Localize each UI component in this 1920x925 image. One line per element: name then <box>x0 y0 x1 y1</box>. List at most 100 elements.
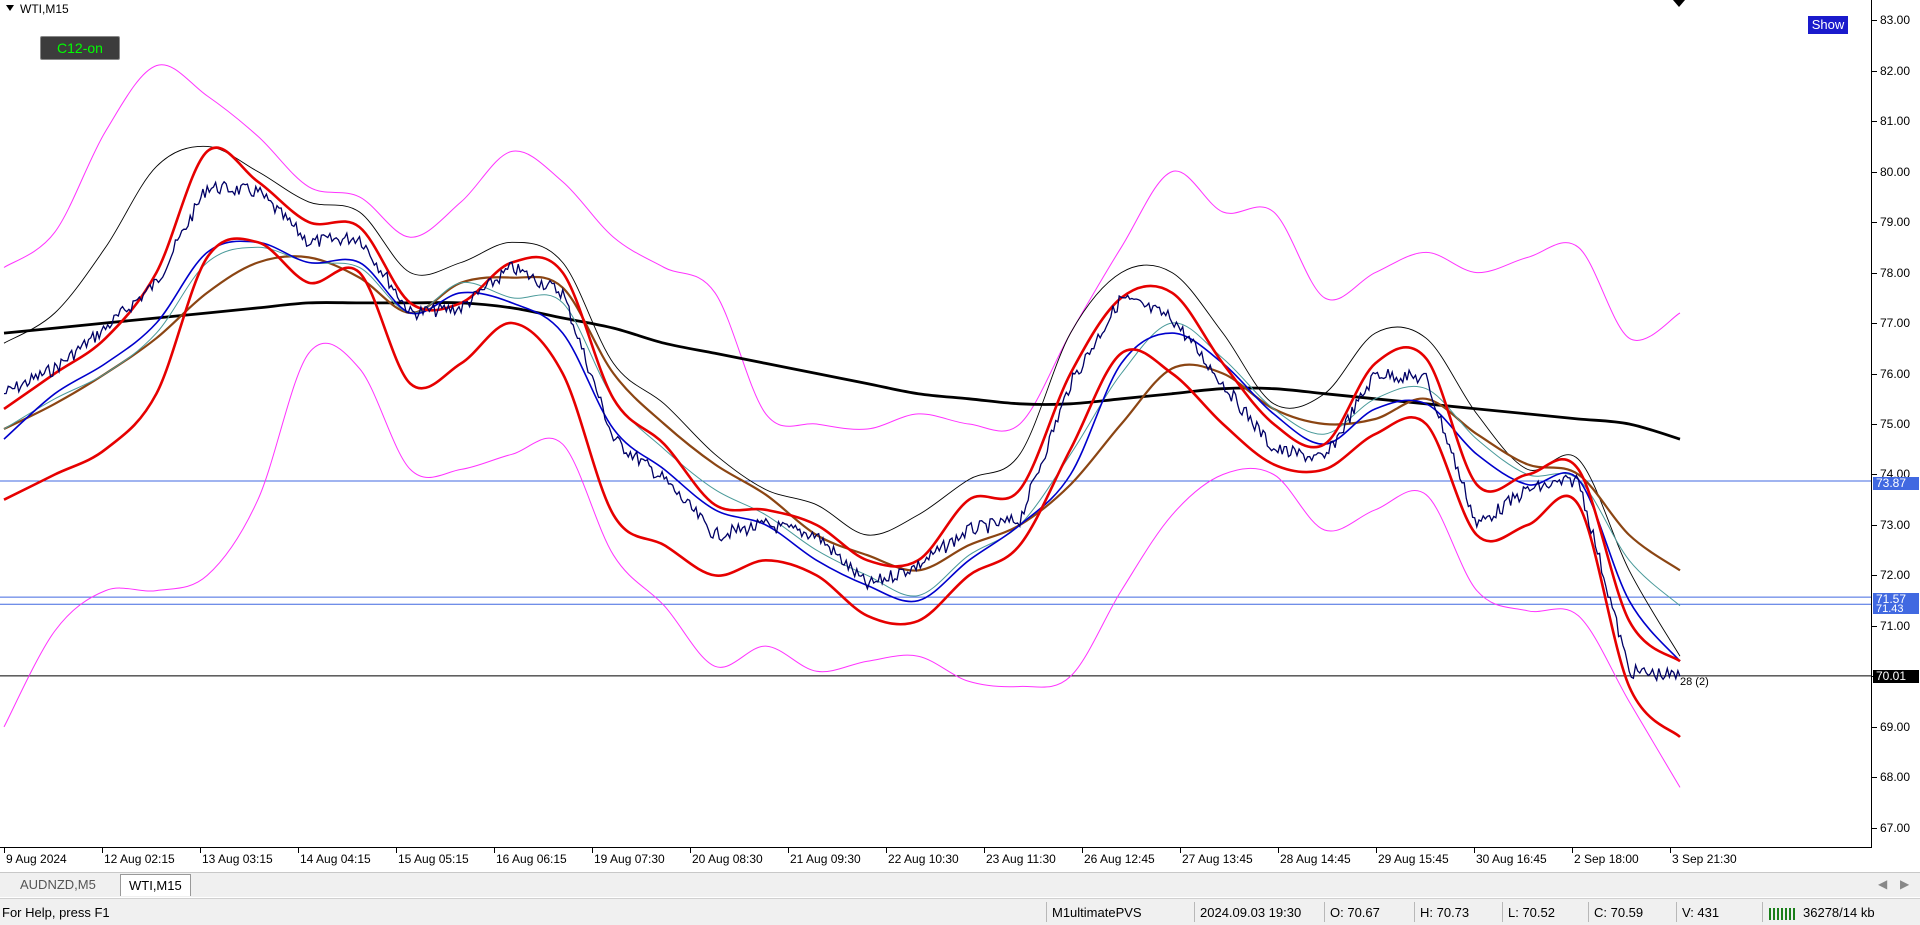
time-tick <box>1474 848 1475 853</box>
status-high: H: 70.73 <box>1420 905 1470 920</box>
time-tick-label: 21 Aug 09:30 <box>790 852 861 866</box>
time-tick <box>1572 848 1573 853</box>
time-tick <box>592 848 593 853</box>
price-tick-label: 78.00 <box>1880 265 1911 280</box>
status-low: L: 70.52 <box>1508 905 1555 920</box>
price-tick-label: 80.00 <box>1880 164 1911 179</box>
price-tick <box>1872 726 1877 728</box>
time-tick <box>1376 848 1377 853</box>
price-tick <box>1872 777 1877 779</box>
time-tick <box>200 848 201 853</box>
time-tick-label: 12 Aug 02:15 <box>104 852 175 866</box>
price-tick-label: 67.00 <box>1880 820 1911 835</box>
tab-wti-m15[interactable]: WTI,M15 <box>120 874 191 896</box>
status-close: C: 70.59 <box>1594 905 1644 920</box>
level-badge-71-43: 71.43 <box>1873 604 1919 614</box>
black-long-ma-line <box>3 301 1681 441</box>
time-tick <box>4 848 5 853</box>
price-tick <box>1872 827 1877 829</box>
time-tick-label: 3 Sep 21:30 <box>1672 852 1737 866</box>
time-tick-label: 14 Aug 04:15 <box>300 852 371 866</box>
chart-tab-bar: AUDNZD,M5 WTI,M15 ◀ ▶ <box>0 872 1920 897</box>
time-tick-label: 23 Aug 11:30 <box>986 852 1056 866</box>
price-tick <box>1872 373 1877 375</box>
price-tick <box>1872 575 1877 577</box>
time-tick <box>1278 848 1279 853</box>
price-tick <box>1872 272 1877 274</box>
price-tick-label: 82.00 <box>1880 63 1911 78</box>
time-tick <box>1670 848 1671 853</box>
time-tick <box>102 848 103 853</box>
status-separator <box>1194 902 1195 922</box>
tab-scroll-right-icon[interactable]: ▶ <box>1900 877 1909 891</box>
c12-toggle-button[interactable]: C12-on <box>40 36 120 60</box>
price-tick-label: 75.00 <box>1880 417 1911 431</box>
status-separator <box>1046 902 1047 922</box>
price-tick <box>1872 20 1877 22</box>
tab-scroll-left-icon[interactable]: ◀ <box>1878 877 1887 891</box>
time-tick <box>788 848 789 853</box>
price-tick-label: 83.00 <box>1880 13 1911 28</box>
chart-title-label: WTI,M15 <box>20 2 69 16</box>
time-tick <box>298 848 299 853</box>
price-tick <box>1872 625 1877 627</box>
time-tick-label: 30 Aug 16:45 <box>1476 852 1547 866</box>
time-tick <box>984 848 985 853</box>
price-tick <box>1872 323 1877 325</box>
status-datetime: 2024.09.03 19:30 <box>1200 905 1302 920</box>
bollinger-upper-line <box>3 145 1681 657</box>
price-tick-label: 69.00 <box>1880 719 1911 734</box>
status-profile: M1ultimatePVS <box>1052 905 1142 920</box>
price-tick <box>1872 524 1877 526</box>
chart-title: WTI,M15 <box>6 2 69 16</box>
current-price-badge: 70.01 <box>1873 670 1919 683</box>
magenta-upper-envelope-line <box>3 64 1681 432</box>
time-tick <box>886 848 887 853</box>
time-tick-label: 27 Aug 13:45 <box>1182 852 1253 866</box>
status-separator <box>1414 902 1415 922</box>
level-badge-73-87: 73.87 <box>1873 477 1919 490</box>
price-tick-label: 81.00 <box>1880 114 1911 129</box>
time-tick-label: 15 Aug 05:15 <box>398 852 469 866</box>
price-tick-label: 73.00 <box>1880 517 1911 532</box>
price-tick <box>1872 222 1877 224</box>
time-tick <box>1082 848 1083 853</box>
price-chart[interactable] <box>0 0 1872 848</box>
connection-bars-icon <box>1769 908 1795 920</box>
red-lower-band-line <box>3 237 1681 738</box>
status-bar: For Help, press F1 M1ultimatePVS 2024.09… <box>0 898 1920 925</box>
status-traffic: 36278/14 kb <box>1803 905 1875 920</box>
status-separator <box>1762 902 1763 922</box>
tab-audnzd-m5[interactable]: AUDNZD,M5 <box>12 874 104 896</box>
chart-menu-triangle-icon[interactable] <box>6 5 14 11</box>
time-tick-label: 26 Aug 12:45 <box>1084 852 1155 866</box>
time-tick-label: 19 Aug 07:30 <box>594 852 665 866</box>
time-tick <box>396 848 397 853</box>
time-tick-label: 22 Aug 10:30 <box>888 852 959 866</box>
status-help-text: For Help, press F1 <box>2 905 110 920</box>
time-tick-label: 2 Sep 18:00 <box>1574 852 1639 866</box>
price-tick-label: 68.00 <box>1880 770 1911 785</box>
time-tick <box>690 848 691 853</box>
magenta-lower-envelope-line <box>3 342 1681 788</box>
time-tick-label: 9 Aug 2024 <box>6 852 67 866</box>
status-volume: V: 431 <box>1682 905 1720 920</box>
time-tick-label: 28 Aug 14:45 <box>1280 852 1351 866</box>
time-tick-label: 16 Aug 06:15 <box>496 852 567 866</box>
shift-marker-icon[interactable] <box>1673 0 1685 7</box>
blue-ma-line <box>3 240 1681 662</box>
price-tick <box>1872 121 1877 123</box>
chart-area[interactable]: WTI,M15 C12-on Show 28 (2) <box>0 0 1872 848</box>
price-tick <box>1872 70 1877 72</box>
price-tick-label: 79.00 <box>1880 215 1911 230</box>
show-button[interactable]: Show <box>1808 16 1848 34</box>
brown-ma-line <box>3 255 1681 572</box>
time-tick-label: 13 Aug 03:15 <box>202 852 273 866</box>
price-tick <box>1872 171 1877 173</box>
status-open: O: 70.67 <box>1330 905 1380 920</box>
time-tick-label: 20 Aug 08:30 <box>692 852 763 866</box>
status-separator <box>1502 902 1503 922</box>
price-series-line <box>3 180 1681 683</box>
status-separator <box>1588 902 1589 922</box>
price-tick-label: 72.00 <box>1880 568 1911 583</box>
